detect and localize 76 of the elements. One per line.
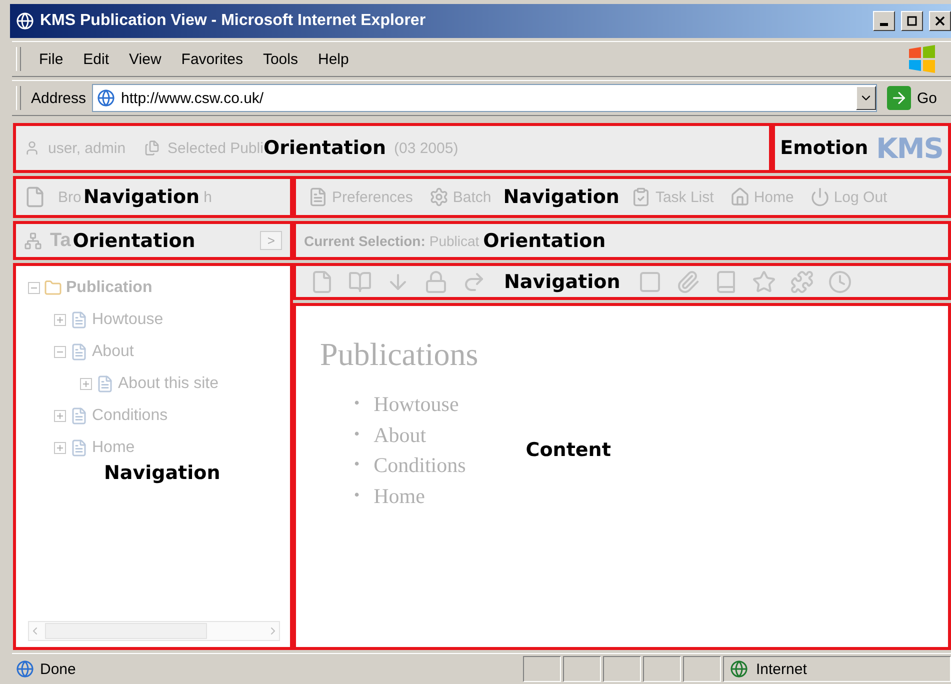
selection-label: Current Selection: bbox=[304, 232, 426, 248]
go-button[interactable]: Go bbox=[880, 86, 951, 110]
status-pane bbox=[603, 656, 641, 682]
list-item: Home bbox=[374, 482, 425, 510]
document-icon bbox=[308, 187, 328, 207]
tree-item[interactable]: About bbox=[54, 336, 280, 368]
maximize-button[interactable] bbox=[901, 11, 923, 31]
minimize-icon bbox=[880, 23, 888, 26]
status-pane bbox=[523, 656, 561, 682]
menu-item[interactable]: Edit bbox=[75, 48, 118, 70]
scrollbar-thumb[interactable] bbox=[45, 623, 207, 639]
list-item: Howtouse bbox=[374, 391, 459, 418]
scrollbar[interactable] bbox=[28, 621, 280, 641]
expand-icon[interactable] bbox=[54, 442, 66, 454]
bullet: • bbox=[354, 455, 360, 475]
next-button[interactable]: > bbox=[260, 231, 282, 250]
tree-icon bbox=[24, 232, 42, 250]
collapse-icon[interactable] bbox=[28, 282, 40, 294]
tree-item[interactable]: About this site bbox=[80, 368, 280, 400]
menu-item[interactable]: Tools bbox=[254, 48, 306, 70]
expand-icon[interactable] bbox=[54, 314, 66, 326]
annotation-label: Navigation bbox=[504, 270, 620, 292]
annotation-label: Orientation bbox=[72, 230, 196, 252]
user-icon bbox=[24, 140, 40, 156]
address-field[interactable]: http://www.csw.co.uk/ bbox=[92, 84, 877, 112]
folder-icon bbox=[44, 279, 62, 297]
annotation-label: Navigation bbox=[503, 186, 620, 208]
publication-icon bbox=[144, 140, 160, 156]
list-item: Conditions bbox=[374, 452, 466, 479]
close-icon bbox=[935, 16, 945, 26]
annotation-label: Content bbox=[526, 439, 611, 461]
status-pane bbox=[563, 656, 601, 682]
minimize-button[interactable] bbox=[873, 11, 895, 31]
document-icon bbox=[70, 407, 88, 425]
tree-item[interactable]: Howtouse bbox=[54, 304, 280, 336]
document-icon bbox=[70, 311, 88, 329]
home-icon bbox=[730, 187, 750, 207]
menu-item[interactable]: Help bbox=[310, 48, 357, 70]
status-text: Done bbox=[40, 660, 76, 678]
annotation-label: Emotion bbox=[780, 137, 868, 159]
tree-item[interactable]: Home bbox=[54, 432, 280, 464]
annotation-label: Orientation bbox=[263, 137, 386, 159]
menu-item[interactable]: Favorites bbox=[173, 48, 251, 70]
maximize-icon bbox=[907, 16, 917, 26]
document-icon bbox=[96, 375, 114, 393]
menu-item[interactable]: File bbox=[31, 48, 72, 70]
zone-text: Internet bbox=[756, 660, 807, 678]
logo: KMS bbox=[876, 132, 943, 164]
document-icon bbox=[70, 343, 88, 361]
browser-icon bbox=[16, 12, 34, 30]
page-heading: Publications bbox=[320, 336, 480, 373]
annotation-label: Navigation bbox=[83, 186, 200, 208]
task-list-icon bbox=[631, 187, 652, 207]
power-icon bbox=[810, 187, 830, 207]
annotation-label: Navigation bbox=[104, 462, 220, 484]
tree-item[interactable]: Publication bbox=[28, 272, 280, 304]
windows-flag-icon bbox=[907, 45, 937, 73]
list-item: About bbox=[374, 422, 426, 448]
document-icon bbox=[70, 439, 88, 457]
globe-icon bbox=[730, 660, 748, 678]
tree-item[interactable]: Conditions bbox=[54, 400, 280, 432]
bullet: • bbox=[354, 424, 360, 444]
bullet: • bbox=[354, 486, 360, 506]
status-pane bbox=[683, 656, 721, 682]
expand-icon[interactable] bbox=[80, 378, 92, 390]
bullet: • bbox=[354, 394, 360, 414]
expand-icon[interactable] bbox=[54, 410, 66, 422]
collapse-icon[interactable] bbox=[54, 346, 66, 358]
close-button[interactable] bbox=[929, 11, 951, 31]
dropdown-icon[interactable] bbox=[856, 86, 876, 110]
window-title: KMS Publication View - Microsoft Internet Explorer bbox=[40, 12, 427, 30]
menu-item[interactable]: View bbox=[121, 48, 170, 70]
status-pane bbox=[643, 656, 681, 682]
gear-icon bbox=[428, 187, 449, 207]
address-label: Address bbox=[31, 90, 86, 106]
annotation-label: Orientation bbox=[483, 230, 606, 252]
